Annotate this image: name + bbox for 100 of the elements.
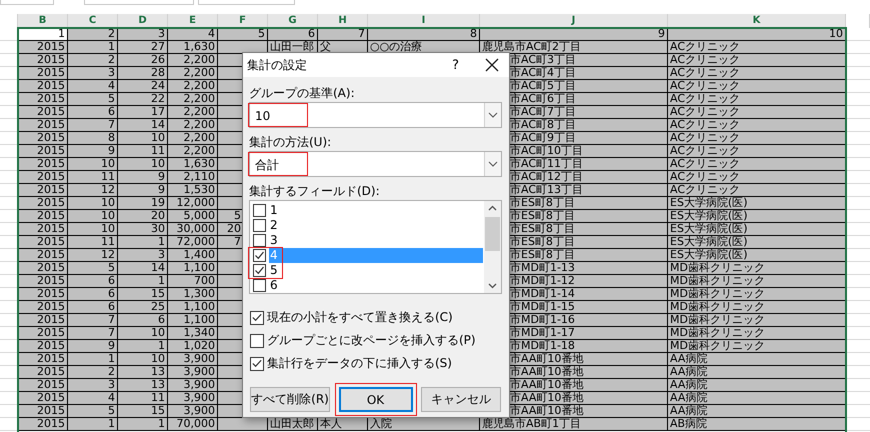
table-cell: ACクリニック (668, 171, 846, 184)
table-cell: 2 (68, 28, 118, 41)
dropdown[interactable]: 合計 (249, 151, 502, 177)
column-header[interactable]: B (18, 14, 68, 28)
table-cell: 2015 (18, 158, 68, 171)
table-cell: AA病院 (668, 353, 846, 366)
close-icon[interactable] (485, 58, 499, 72)
table-cell: 7 (68, 119, 118, 132)
checkbox[interactable] (250, 356, 264, 370)
checkbox[interactable] (250, 310, 264, 324)
list-item[interactable]: 6 (269, 278, 483, 293)
checkbox[interactable] (250, 334, 264, 348)
column-header[interactable]: F (218, 14, 268, 28)
table-cell: 27 (118, 41, 168, 54)
checkbox[interactable] (253, 234, 266, 247)
table-cell: 12 (68, 184, 118, 197)
table-cell: 12,000 (168, 197, 218, 210)
table-cell: ACクリニック (668, 67, 846, 80)
table-cell: 鹿児島市AB町1丁目 (480, 418, 668, 431)
table-cell: 2015 (18, 418, 68, 431)
column-header[interactable]: H (318, 14, 368, 28)
table-cell: 12 (68, 249, 118, 262)
table-cell: 19 (118, 197, 168, 210)
table-cell: 2015 (18, 288, 68, 301)
table-cell: 7 (68, 327, 118, 340)
toolbar-field[interactable] (198, 0, 295, 5)
column-header[interactable]: J (480, 14, 668, 28)
table-cell: 1 (118, 275, 168, 288)
table-cell: 1 (118, 418, 168, 431)
table-cell: AA病院 (668, 366, 846, 379)
table-cell: 山田太郎 (268, 418, 318, 431)
table-cell: 9 (118, 171, 168, 184)
table-cell: 4 (68, 392, 118, 405)
scrollbar-thumb[interactable] (485, 217, 500, 251)
table-cell: 2015 (18, 379, 68, 392)
scroll-down-icon[interactable] (488, 283, 497, 289)
table-cell: ES大学病院(医) (668, 223, 846, 236)
column-header[interactable]: E (168, 14, 218, 28)
table-cell: ES大学病院(医) (668, 236, 846, 249)
table-cell: ACクリニック (668, 106, 846, 119)
table-cell: 17 (118, 106, 168, 119)
table-cell: 2015 (18, 262, 68, 275)
chevron-down-icon (488, 161, 498, 167)
checkbox-label[interactable]: 集計行をデータの下に挿入する(S) (267, 355, 452, 372)
table-cell: ACクリニック (668, 132, 846, 145)
table-cell: MD歯科クリニック (668, 301, 846, 314)
checkbox-label[interactable]: グループごとに改ページを挿入する(P) (267, 332, 476, 349)
table-cell: 2,200 (168, 145, 218, 158)
column-header[interactable]: I (368, 14, 480, 28)
table-cell: 5 (68, 262, 118, 275)
dropdown[interactable]: 10 (249, 102, 502, 128)
checkbox[interactable] (253, 204, 266, 217)
scrollbar[interactable] (484, 201, 501, 293)
list-item[interactable]: 3 (269, 233, 483, 248)
list-item[interactable]: 5 (269, 263, 483, 278)
table-cell: 2015 (18, 67, 68, 80)
list-item[interactable]: 2 (269, 218, 483, 233)
dialog-button[interactable]: OK (338, 387, 412, 412)
table-cell: 22 (118, 93, 168, 106)
checkbox[interactable] (253, 249, 266, 262)
table-cell: 2015 (18, 54, 68, 67)
dialog-button[interactable]: すべて削除(R) (250, 387, 330, 412)
column-header[interactable]: C (68, 14, 118, 28)
table-cell: 2015 (18, 184, 68, 197)
table-cell: 2015 (18, 301, 68, 314)
checkbox[interactable] (253, 264, 266, 277)
table-cell: 2015 (18, 80, 68, 93)
table-cell: AB病院 (668, 418, 846, 431)
checkbox-label[interactable]: 現在の小計をすべて置き換える(C) (267, 309, 453, 326)
table-cell: 1,300 (168, 288, 218, 301)
table-cell: 1 (68, 353, 118, 366)
table-cell: 2,200 (168, 93, 218, 106)
list-item[interactable]: 1 (269, 203, 483, 218)
table-cell: 9 (480, 28, 668, 41)
column-header[interactable]: D (118, 14, 168, 28)
scroll-up-icon[interactable] (488, 205, 497, 211)
table-cell: 11 (118, 392, 168, 405)
table-cell: 7 (318, 28, 368, 41)
table-cell: 1,630 (168, 158, 218, 171)
checkbox[interactable] (253, 219, 266, 232)
table-cell: 1 (68, 41, 118, 54)
table-cell: 8 (68, 132, 118, 145)
table-cell: 5 (68, 405, 118, 418)
dialog-button[interactable]: キャンセル (421, 387, 501, 412)
column-header[interactable]: G (268, 14, 318, 28)
toolbar-field[interactable] (0, 0, 54, 5)
table-cell: 15 (118, 405, 168, 418)
dropdown-value: 10 (248, 103, 308, 127)
table-cell: ES大学病院(医) (668, 249, 846, 262)
table-cell: 2015 (18, 145, 68, 158)
table-cell: 7 (218, 236, 242, 249)
toolbar-field[interactable] (84, 0, 194, 5)
table-cell: ES大学病院(医) (668, 210, 846, 223)
table-cell: 1,530 (168, 184, 218, 197)
table-cell: ACクリニック (668, 54, 846, 67)
table-cell: 1,630 (168, 41, 218, 54)
help-button[interactable]: ? (452, 58, 459, 72)
table-cell: 2015 (18, 119, 68, 132)
table-cell: 6 (68, 106, 118, 119)
checkbox[interactable] (253, 279, 266, 292)
